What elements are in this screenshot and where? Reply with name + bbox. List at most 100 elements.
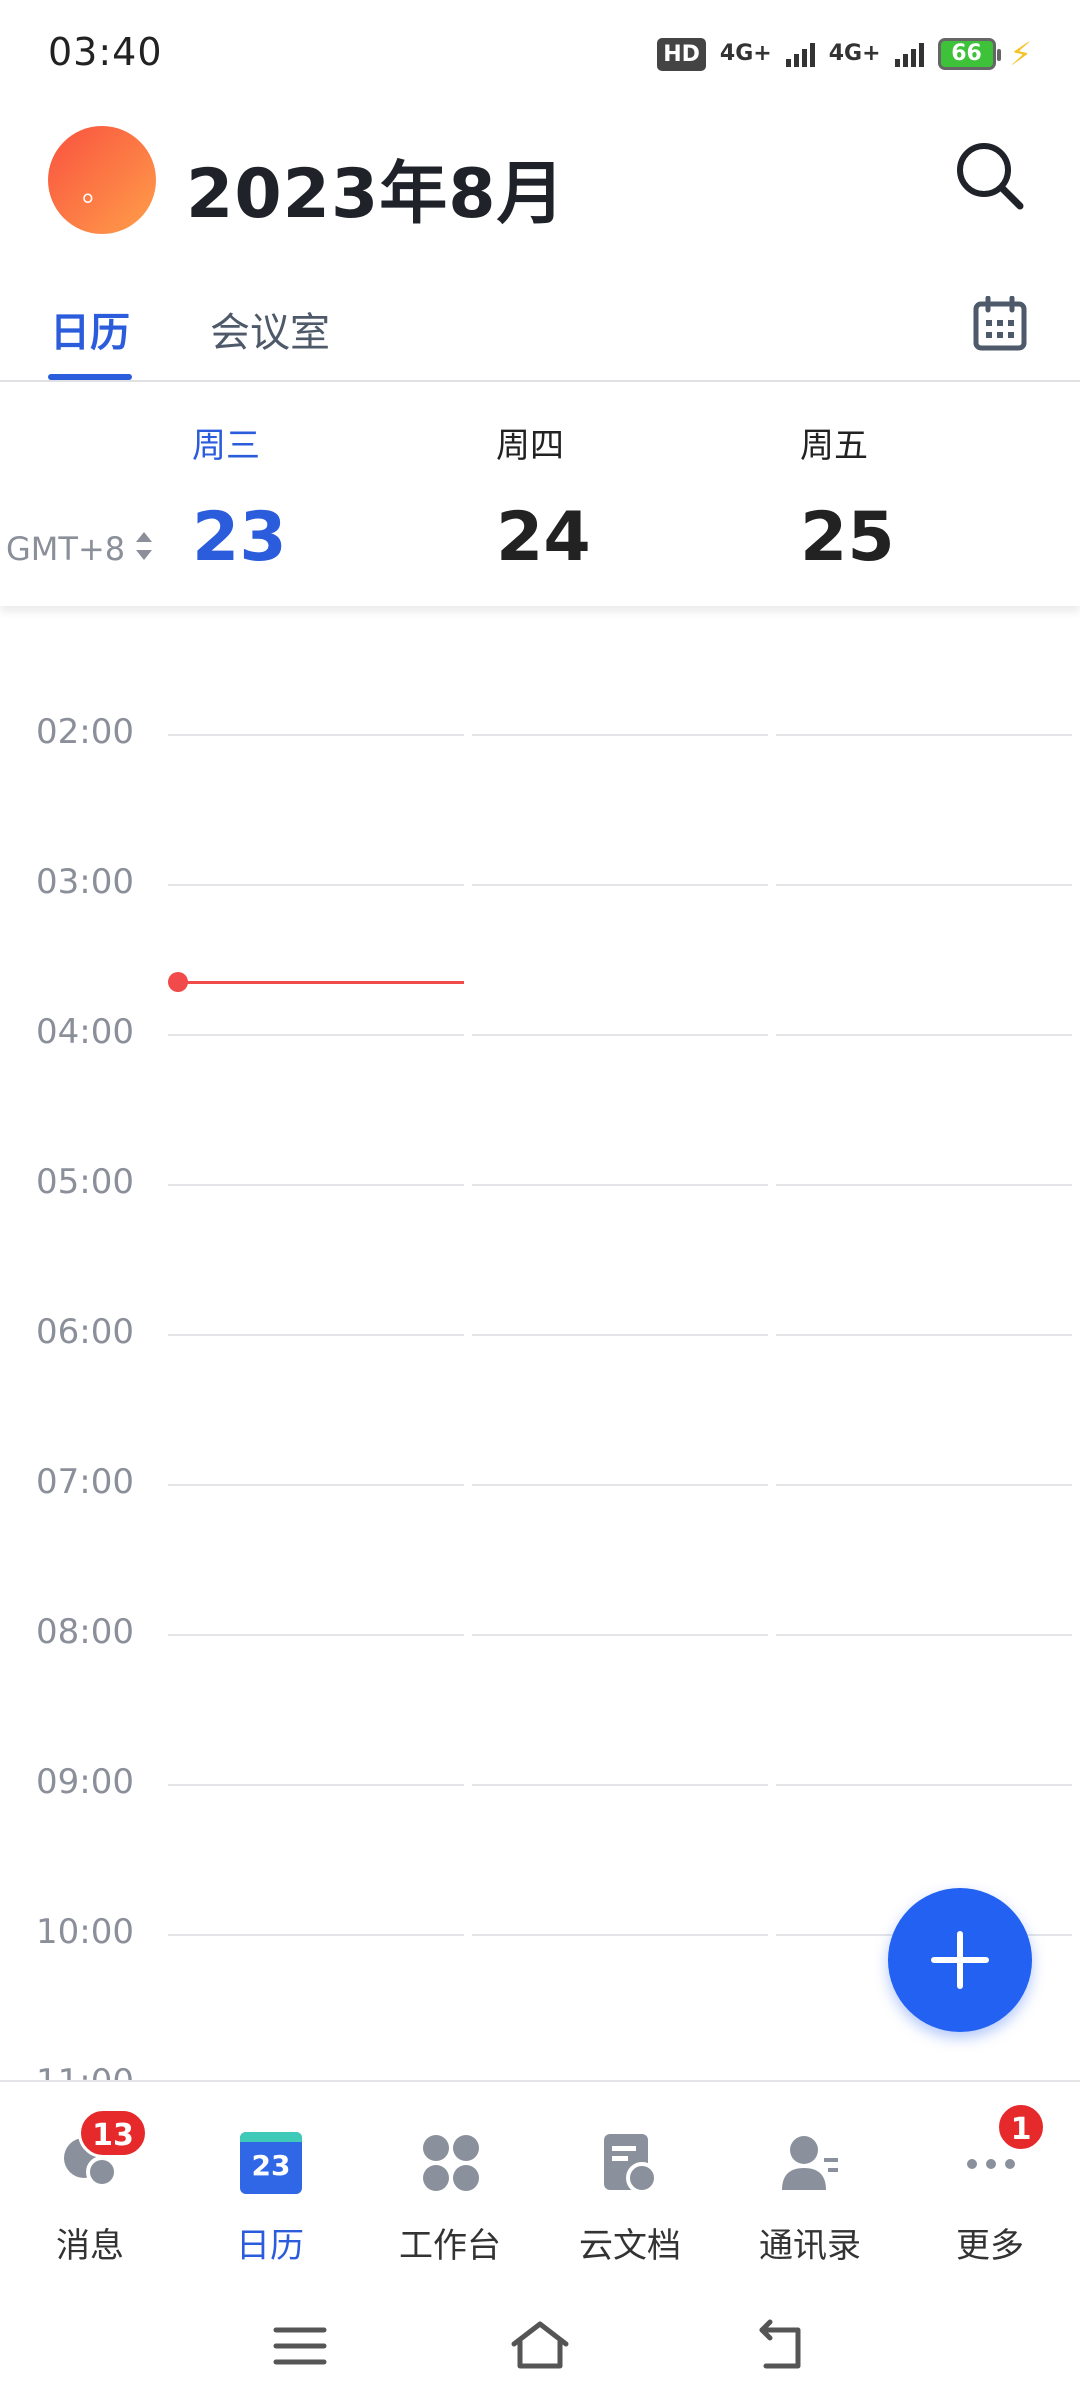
hour-line	[168, 1184, 464, 1186]
more-badge: 1	[996, 2102, 1046, 2152]
nav-workbench[interactable]: 工作台	[360, 2082, 540, 2282]
day-number-24[interactable]: 24	[496, 498, 591, 577]
nav-label: 日历	[236, 2226, 304, 2266]
bottom-nav: 13 消息 23 日历 工作台 云文档 通讯录 1 更多	[0, 2080, 1080, 2290]
nav-label: 工作台	[399, 2226, 501, 2266]
nav-calendar[interactable]: 23 日历	[180, 2082, 360, 2282]
hour-line	[472, 1784, 768, 1786]
search-button[interactable]	[950, 136, 1030, 216]
hour-line	[776, 1784, 1072, 1786]
hour-label: 11:00	[36, 2062, 134, 2080]
tab-indicator	[48, 374, 132, 380]
grid-icon	[423, 2135, 479, 2191]
avatar[interactable]: 。	[48, 126, 156, 234]
current-time-line	[184, 981, 464, 984]
hour-row: 08:00	[0, 1612, 1080, 1652]
network-4g-label-2: 4G+	[828, 41, 881, 66]
sort-arrows-icon[interactable]	[134, 528, 154, 564]
nav-contacts[interactable]: 通讯录	[720, 2082, 900, 2282]
calendar-picker-button[interactable]	[972, 295, 1028, 352]
nav-docs[interactable]: 云文档	[540, 2082, 720, 2282]
hour-line	[472, 734, 768, 736]
hour-line	[168, 884, 464, 886]
hour-line	[472, 1334, 768, 1336]
hour-line	[168, 1934, 464, 1936]
hour-label: 04:00	[36, 1012, 134, 1052]
battery-icon: 66	[937, 38, 1001, 70]
day-name-thu[interactable]: 周四	[496, 418, 564, 467]
hour-line	[168, 734, 464, 736]
tab-meeting-room[interactable]: 会议室	[210, 300, 330, 358]
week-header: 周三 23 周四 24 周五 25 GMT+8	[0, 384, 1080, 606]
hour-row: 05:00	[0, 1162, 1080, 1202]
hour-row: 04:00	[0, 1012, 1080, 1052]
plus-icon	[931, 1931, 989, 1989]
hour-row: 02:00	[0, 712, 1080, 752]
home-icon[interactable]	[508, 2318, 572, 2374]
hour-line	[776, 1484, 1072, 1486]
hour-line	[168, 1784, 464, 1786]
system-nav-bar	[0, 2290, 1080, 2400]
nav-messages[interactable]: 13 消息	[0, 2082, 180, 2282]
hour-line	[168, 1634, 464, 1636]
nav-label: 消息	[56, 2226, 124, 2266]
charging-icon: ⚡	[1009, 35, 1032, 73]
add-event-button[interactable]	[888, 1888, 1032, 2032]
back-icon[interactable]	[748, 2318, 812, 2374]
nav-label: 云文档	[579, 2226, 681, 2266]
page-title[interactable]: 2023年8月	[186, 138, 566, 237]
hour-row: 09:00	[0, 1762, 1080, 1802]
hour-row: 03:00	[0, 862, 1080, 902]
hour-label: 08:00	[36, 1612, 134, 1652]
nav-label: 更多	[956, 2226, 1024, 2266]
avatar-text: 。	[82, 174, 112, 209]
hour-label: 05:00	[36, 1162, 134, 1202]
network-4g-label-1: 4G+	[719, 41, 772, 66]
hour-row: 06:00	[0, 1312, 1080, 1352]
calendar-tab-icon-top	[240, 2132, 302, 2142]
tab-calendar[interactable]: 日历	[50, 300, 130, 358]
hour-line	[472, 1034, 768, 1036]
contacts-icon	[782, 2136, 838, 2190]
hour-label: 03:00	[36, 862, 134, 902]
status-bar: 03:40 HD 4G+ 4G+ 66 ⚡	[0, 0, 1080, 110]
calendar-tab-date: 23	[251, 2149, 291, 2182]
hour-line	[472, 884, 768, 886]
day-number-25[interactable]: 25	[800, 498, 895, 577]
hour-line	[168, 1034, 464, 1036]
docs-icon	[604, 2134, 658, 2194]
hour-line	[168, 1334, 464, 1336]
tab-bar: 日历 会议室	[0, 290, 1080, 382]
day-number-23[interactable]: 23	[192, 498, 287, 577]
hour-line	[776, 1634, 1072, 1636]
time-grid[interactable]: 02:00 03:00 04:00 05:00 06:00 07:00 08:0…	[0, 606, 1080, 2080]
nav-label: 通讯录	[759, 2226, 861, 2266]
hour-line	[776, 1034, 1072, 1036]
calendar-tab-icon: 23	[240, 2132, 302, 2194]
hour-line	[472, 1184, 768, 1186]
signal-icon	[785, 41, 815, 67]
hour-line	[472, 1634, 768, 1636]
calendar-icon	[973, 295, 1027, 351]
hour-line	[776, 884, 1072, 886]
hd-icon: HD	[657, 37, 706, 71]
menu-icon[interactable]	[268, 2318, 332, 2374]
messages-badge: 13	[78, 2108, 148, 2158]
hour-line	[472, 1484, 768, 1486]
hour-row: 07:00	[0, 1462, 1080, 1502]
hour-line	[168, 1484, 464, 1486]
hour-line	[776, 1334, 1072, 1336]
hour-line	[776, 734, 1072, 736]
hour-line	[776, 1184, 1072, 1186]
hour-label: 07:00	[36, 1462, 134, 1502]
status-icons: HD 4G+ 4G+ 66 ⚡	[657, 34, 1032, 74]
signal-icon-2	[894, 41, 924, 67]
search-icon	[957, 143, 1024, 210]
hour-label: 10:00	[36, 1912, 134, 1952]
day-name-wed[interactable]: 周三	[192, 418, 260, 467]
timezone-label[interactable]: GMT+8	[6, 530, 125, 568]
hour-label: 02:00	[36, 712, 134, 752]
day-name-fri[interactable]: 周五	[800, 418, 868, 467]
hour-line	[472, 1934, 768, 1936]
nav-more[interactable]: 1 更多	[900, 2082, 1080, 2282]
